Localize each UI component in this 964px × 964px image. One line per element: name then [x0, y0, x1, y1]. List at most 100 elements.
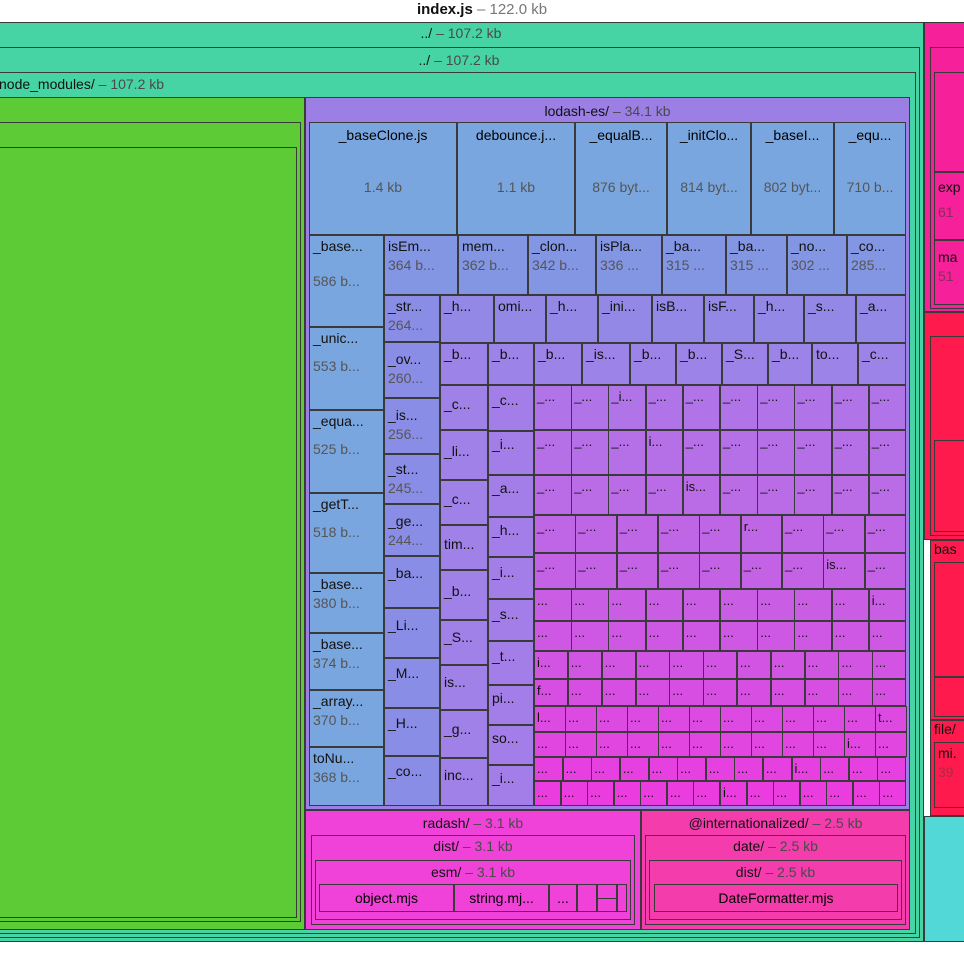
lodash-small-file[interactable]: ... — [736, 679, 772, 706]
file-row3-8[interactable]: _a... — [856, 295, 906, 343]
file-col4-3[interactable]: _h... — [488, 517, 534, 557]
lodash-small-file[interactable]: _... — [831, 430, 870, 475]
lodash-small-file[interactable]: ... — [682, 621, 721, 651]
file-left-7[interactable]: toNu... 368 b... — [309, 747, 384, 806]
lodash-small-file[interactable]: ... — [782, 706, 814, 732]
lodash-small-file[interactable]: ... — [534, 589, 572, 621]
file-col2-6[interactable]: _Li... — [384, 608, 440, 658]
lodash-small-file[interactable]: ... — [734, 757, 764, 781]
file-col4-5[interactable]: _s... — [488, 599, 534, 641]
lodash-small-file[interactable]: ... — [567, 651, 603, 679]
file-left-1[interactable]: _unic... 553 b... — [309, 327, 384, 410]
lodash-small-file[interactable]: l... — [534, 706, 566, 732]
file-debounce[interactable]: debounce.j... 1.1 kb — [457, 122, 575, 235]
lodash-small-file[interactable]: _... — [658, 553, 700, 589]
file-col3-7[interactable]: _g... — [440, 710, 488, 758]
file-row2-6[interactable]: _no... 302 ... — [787, 235, 847, 295]
lodash-small-file[interactable]: _... — [616, 553, 659, 589]
lodash-small-file[interactable]: ... — [565, 706, 597, 732]
lodash-small-file[interactable]: _... — [868, 385, 907, 430]
lodash-small-file[interactable]: ... — [852, 781, 880, 806]
file-col4-8[interactable]: so... — [488, 725, 534, 765]
file-col3-8[interactable]: inc... — [440, 758, 488, 806]
file-col4-1[interactable]: _i... — [488, 431, 534, 475]
lodash-small-file[interactable]: _... — [534, 553, 576, 589]
lodash-small-file[interactable]: ... — [872, 651, 907, 679]
lodash-small-file[interactable]: ... — [804, 679, 839, 706]
lodash-small-file[interactable]: _... — [575, 515, 618, 553]
lodash-small-file[interactable]: i... — [868, 589, 907, 621]
lodash-small-file[interactable]: _... — [645, 385, 684, 430]
lodash-small-file[interactable]: ... — [875, 732, 907, 757]
file-col2-7[interactable]: _M... — [384, 658, 440, 708]
lodash-small-file[interactable]: ... — [587, 781, 615, 806]
right-ma-block[interactable]: ma 51 — [934, 240, 964, 305]
lodash-small-file[interactable]: ... — [613, 781, 641, 806]
lodash-small-file[interactable]: _... — [740, 553, 783, 589]
lodash-small-file[interactable]: _... — [831, 475, 870, 515]
lodash-small-file[interactable]: ... — [658, 706, 690, 732]
lodash-small-file[interactable]: ... — [813, 706, 845, 732]
lodash-small-file[interactable]: _... — [868, 430, 907, 475]
lodash-small-file[interactable]: _... — [720, 385, 758, 430]
lodash-small-file[interactable]: ... — [534, 757, 564, 781]
lodash-small-file[interactable]: ... — [794, 621, 833, 651]
lodash-small-file[interactable]: is... — [823, 553, 866, 589]
file-row2-2[interactable]: _clon... 342 b... — [528, 235, 596, 295]
lodash-small-file[interactable]: _... — [720, 475, 758, 515]
file-row3-7[interactable]: _s... — [804, 295, 856, 343]
file-left-6[interactable]: _array... 370 b... — [309, 690, 384, 747]
lodash-small-file[interactable]: ... — [813, 732, 845, 757]
file-row4-3[interactable]: _is... — [582, 343, 630, 385]
lodash-small-file[interactable]: ... — [565, 732, 597, 757]
lodash-small-file[interactable]: ... — [720, 621, 758, 651]
file-row4-8[interactable]: to... — [812, 343, 858, 385]
file-radash-tiny-3[interactable] — [617, 884, 627, 912]
file-row4-5[interactable]: _b... — [676, 343, 722, 385]
file-equalb[interactable]: _equalB... 876 byt... — [575, 122, 667, 235]
lodash-small-file[interactable]: ... — [831, 589, 870, 621]
lodash-small-file[interactable]: ... — [751, 732, 783, 757]
file-col4-4[interactable]: _i... — [488, 557, 534, 599]
lodash-small-file[interactable]: i... — [720, 781, 748, 806]
file-col4-0[interactable]: _c... — [488, 385, 534, 431]
lodash-small-file[interactable]: ... — [877, 757, 907, 781]
lodash-small-file[interactable]: ... — [838, 651, 873, 679]
lodash-small-file[interactable]: ... — [799, 781, 827, 806]
lodash-small-file[interactable]: ... — [571, 621, 609, 651]
lodash-small-file[interactable]: ... — [705, 757, 735, 781]
file-row3-4[interactable]: isB... — [652, 295, 704, 343]
lodash-small-file[interactable]: ... — [689, 706, 721, 732]
lodash-small-file[interactable]: ... — [682, 589, 721, 621]
right-cyan-block[interactable] — [924, 816, 964, 942]
file-col2-3[interactable]: _st... 245... — [384, 454, 440, 504]
lodash-small-file[interactable]: _... — [794, 430, 833, 475]
lodash-small-file[interactable]: ... — [669, 679, 704, 706]
lodash-small-file[interactable]: ... — [640, 781, 668, 806]
file-col2-4[interactable]: _ge... 244... — [384, 504, 440, 556]
file-row4-4[interactable]: _b... — [630, 343, 676, 385]
lodash-small-file[interactable]: _... — [794, 475, 833, 515]
lodash-small-file[interactable]: _... — [864, 515, 907, 553]
file-row3-6[interactable]: _h... — [754, 295, 804, 343]
right-exp-block[interactable]: exp 61 — [934, 172, 964, 240]
green-module-core[interactable] — [0, 147, 297, 918]
right-mi-block[interactable]: mi. 39 — [934, 742, 964, 808]
lodash-small-file[interactable]: ... — [608, 621, 647, 651]
file-col3-3[interactable]: tim... — [440, 525, 488, 570]
lodash-small-file[interactable]: _... — [534, 430, 572, 475]
right-red-block[interactable] — [934, 440, 964, 532]
lodash-small-file[interactable]: _... — [868, 475, 907, 515]
lodash-small-file[interactable]: ... — [770, 679, 805, 706]
lodash-small-file[interactable]: _i... — [608, 385, 647, 430]
file-row3-5[interactable]: isF... — [704, 295, 754, 343]
file-row4-2[interactable]: _b... — [534, 343, 582, 385]
lodash-small-file[interactable]: ... — [677, 757, 707, 781]
lodash-small-file[interactable]: ... — [601, 651, 636, 679]
file-row2-1[interactable]: mem... 362 b... — [458, 235, 528, 295]
lodash-small-file[interactable]: ... — [534, 732, 566, 757]
lodash-small-file[interactable]: ... — [571, 589, 609, 621]
lodash-small-file[interactable]: ... — [619, 757, 649, 781]
lodash-small-file[interactable]: _... — [658, 515, 700, 553]
lodash-small-file[interactable]: ... — [838, 679, 873, 706]
